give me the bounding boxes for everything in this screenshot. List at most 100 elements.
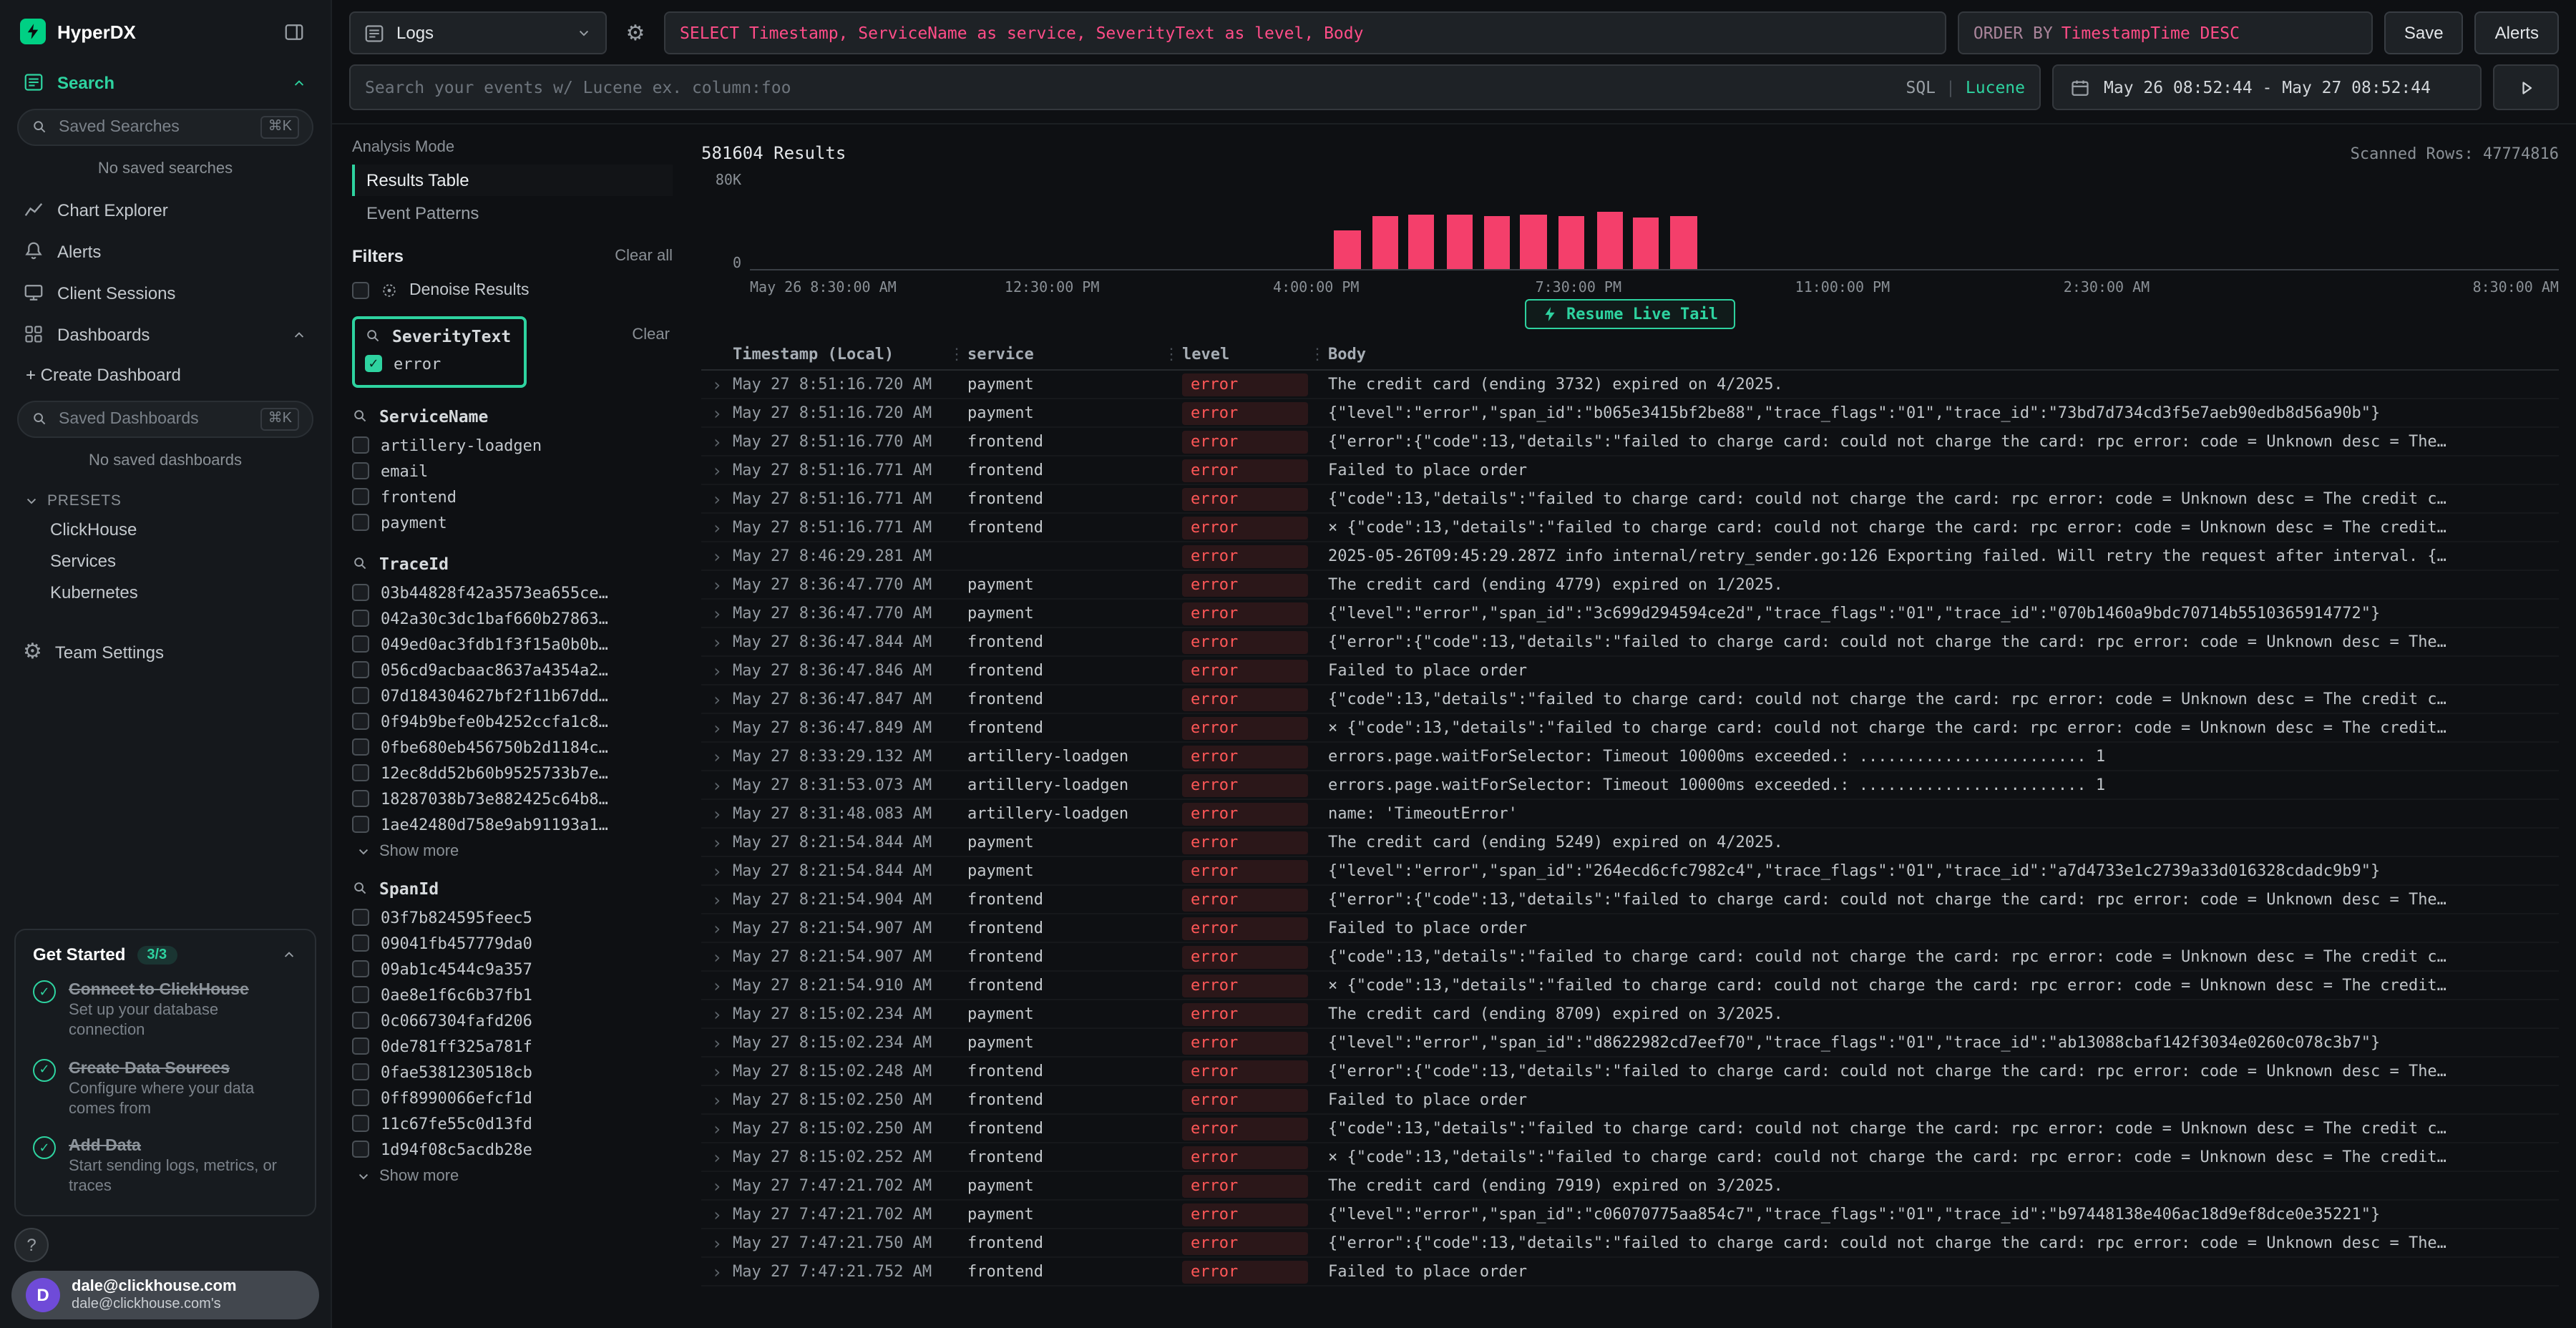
table-row[interactable]: ›May 27 7:47:21.702 AMpaymenterrorThe cr… bbox=[701, 1172, 2559, 1201]
expand-row-icon[interactable]: › bbox=[701, 748, 733, 765]
mode-event-patterns[interactable]: Event Patterns bbox=[352, 197, 673, 229]
expand-row-icon[interactable]: › bbox=[701, 576, 733, 593]
expand-row-icon[interactable]: › bbox=[701, 1034, 733, 1051]
user-menu[interactable]: D dale@clickhouse.com dale@clickhouse.co… bbox=[11, 1271, 319, 1319]
source-select[interactable]: Logs bbox=[349, 11, 607, 54]
expand-row-icon[interactable]: › bbox=[701, 862, 733, 879]
expand-row-icon[interactable]: › bbox=[701, 977, 733, 994]
filter-checkbox-item[interactable]: 18287038b73e882425c64b8… bbox=[352, 786, 673, 811]
filter-checkbox-item[interactable]: email bbox=[352, 458, 673, 484]
saved-dashboards-field[interactable] bbox=[59, 411, 251, 428]
filter-checkbox-item[interactable]: 07d184304627bf2f11b67dd… bbox=[352, 683, 673, 708]
checkbox-unchecked[interactable] bbox=[352, 1063, 369, 1080]
preset-item-kubernetes[interactable]: Kubernetes bbox=[0, 577, 331, 608]
search-icon[interactable] bbox=[365, 328, 382, 345]
filter-checkbox-item[interactable]: 0fae5381230518cb bbox=[352, 1059, 673, 1085]
col-service[interactable]: service bbox=[967, 345, 1182, 363]
table-row[interactable]: ›May 27 7:47:21.750 AMfrontenderror{"err… bbox=[701, 1229, 2559, 1258]
col-timestamp[interactable]: Timestamp (Local) bbox=[733, 345, 967, 363]
preset-item-services[interactable]: Services bbox=[0, 545, 331, 577]
expand-row-icon[interactable]: › bbox=[701, 404, 733, 421]
table-row[interactable]: ›May 27 8:15:02.234 AMpaymenterror{"leve… bbox=[701, 1029, 2559, 1058]
table-row[interactable]: ›May 27 8:21:54.907 AMfrontenderrorFaile… bbox=[701, 914, 2559, 943]
checkbox-unchecked[interactable] bbox=[352, 1012, 369, 1029]
table-row[interactable]: ›May 27 8:51:16.720 AMpaymenterrorThe cr… bbox=[701, 371, 2559, 399]
event-search-bar[interactable]: SQL | Lucene bbox=[349, 64, 2041, 110]
clear-severity-link[interactable]: Clear bbox=[632, 326, 670, 343]
histogram-bar[interactable] bbox=[1372, 216, 1399, 269]
checkbox-unchecked[interactable] bbox=[352, 1115, 369, 1132]
expand-row-icon[interactable]: › bbox=[701, 948, 733, 965]
filter-checkbox-item[interactable]: artillery-loadgen bbox=[352, 432, 673, 458]
table-row[interactable]: ›May 27 8:36:47.844 AMfrontenderror{"err… bbox=[701, 628, 2559, 657]
denoise-checkbox[interactable] bbox=[352, 281, 369, 298]
table-row[interactable]: ›May 27 8:46:29.281 AMerror2025-05-26T09… bbox=[701, 542, 2559, 571]
table-row[interactable]: ›May 27 8:51:16.771 AMfrontenderror× {"c… bbox=[701, 514, 2559, 542]
lucene-mode-toggle[interactable]: Lucene bbox=[1966, 77, 2025, 97]
expand-row-icon[interactable]: › bbox=[701, 1120, 733, 1137]
filter-checkbox-item[interactable]: 11c67fe55c0d13fd bbox=[352, 1110, 673, 1136]
presets-section-toggle[interactable]: PRESETS bbox=[0, 481, 331, 514]
filter-checkbox-item[interactable]: 09ab1c4544c9a357 bbox=[352, 956, 673, 982]
checkbox-unchecked[interactable] bbox=[352, 1038, 369, 1055]
expand-row-icon[interactable]: › bbox=[701, 1263, 733, 1280]
expand-row-icon[interactable]: › bbox=[701, 1234, 733, 1251]
clear-all-filters-link[interactable]: Clear all bbox=[615, 248, 673, 265]
filter-checkbox-item[interactable]: 042a30c3dc1baf660b27863… bbox=[352, 605, 673, 631]
expand-row-icon[interactable]: › bbox=[701, 1206, 733, 1223]
table-row[interactable]: ›May 27 8:15:02.252 AMfrontenderror× {"c… bbox=[701, 1143, 2559, 1172]
create-dashboard-button[interactable]: + Create Dashboard bbox=[0, 355, 331, 395]
search-icon[interactable] bbox=[352, 880, 369, 897]
col-level[interactable]: level bbox=[1182, 345, 1328, 363]
filter-checkbox-item[interactable]: 0ae8e1f6c6b37fb1 bbox=[352, 982, 673, 1007]
checkbox-unchecked[interactable] bbox=[352, 790, 369, 807]
checkbox-unchecked[interactable] bbox=[352, 488, 369, 505]
run-search-button[interactable] bbox=[2493, 64, 2559, 110]
table-row[interactable]: ›May 27 8:51:16.770 AMfrontenderror{"err… bbox=[701, 428, 2559, 456]
histogram-chart[interactable]: 80K 0 May 26 8:30:00 AM12:30:00 PM4:00:0… bbox=[701, 173, 2559, 296]
table-row[interactable]: ›May 27 8:21:54.844 AMpaymenterror{"leve… bbox=[701, 857, 2559, 886]
histogram-bar[interactable] bbox=[1521, 215, 1547, 269]
filter-checkbox-item[interactable]: ✓error bbox=[365, 351, 511, 376]
table-row[interactable]: ›May 27 8:15:02.248 AMfrontenderror{"err… bbox=[701, 1058, 2559, 1086]
col-body[interactable]: Body bbox=[1328, 345, 2559, 363]
preset-item-clickhouse[interactable]: ClickHouse bbox=[0, 514, 331, 545]
table-row[interactable]: ›May 27 8:15:02.250 AMfrontenderror{"cod… bbox=[701, 1115, 2559, 1143]
saved-searches-field[interactable] bbox=[59, 119, 251, 136]
expand-row-icon[interactable]: › bbox=[701, 633, 733, 650]
table-row[interactable]: ›May 27 8:51:16.771 AMfrontenderrorFaile… bbox=[701, 456, 2559, 485]
get-started-step[interactable]: ✓ Add Data Start sending logs, metrics, … bbox=[33, 1136, 298, 1198]
histogram-bar[interactable] bbox=[1671, 216, 1697, 269]
search-icon[interactable] bbox=[352, 408, 369, 425]
expand-row-icon[interactable]: › bbox=[701, 805, 733, 822]
filter-checkbox-item[interactable]: 12ec8dd52b60b9525733b7e… bbox=[352, 760, 673, 786]
expand-row-icon[interactable]: › bbox=[701, 462, 733, 479]
checkbox-unchecked[interactable] bbox=[352, 816, 369, 833]
expand-row-icon[interactable]: › bbox=[701, 1148, 733, 1166]
sidebar-item-alerts[interactable]: Alerts bbox=[0, 230, 331, 272]
table-row[interactable]: ›May 27 8:21:54.907 AMfrontenderror{"cod… bbox=[701, 943, 2559, 972]
checkbox-unchecked[interactable] bbox=[352, 661, 369, 678]
table-row[interactable]: ›May 27 8:36:47.846 AMfrontenderrorFaile… bbox=[701, 657, 2559, 685]
alerts-button[interactable]: Alerts bbox=[2475, 11, 2559, 54]
expand-row-icon[interactable]: › bbox=[701, 519, 733, 536]
table-row[interactable]: ›May 27 8:31:53.073 AMartillery-loadgene… bbox=[701, 771, 2559, 800]
checkbox-unchecked[interactable] bbox=[352, 960, 369, 977]
filter-checkbox-item[interactable]: 03f7b824595feec5 bbox=[352, 904, 673, 930]
expand-row-icon[interactable]: › bbox=[701, 1005, 733, 1022]
resume-live-tail-button[interactable]: Resume Live Tail bbox=[1525, 299, 1735, 329]
histogram-bar[interactable] bbox=[1633, 218, 1659, 269]
saved-searches-input[interactable]: ⌘K bbox=[17, 109, 313, 146]
expand-row-icon[interactable]: › bbox=[701, 1177, 733, 1194]
filter-checkbox-item[interactable]: frontend bbox=[352, 484, 673, 509]
chevron-up-icon[interactable] bbox=[280, 947, 298, 964]
event-search-input[interactable] bbox=[365, 77, 1894, 97]
expand-row-icon[interactable]: › bbox=[701, 776, 733, 794]
expand-row-icon[interactable]: › bbox=[701, 1091, 733, 1108]
spanid-show-more[interactable]: Show more bbox=[352, 1162, 673, 1185]
checkbox-unchecked[interactable] bbox=[352, 713, 369, 730]
expand-row-icon[interactable]: › bbox=[701, 919, 733, 937]
checkbox-unchecked[interactable] bbox=[352, 1089, 369, 1106]
date-range-picker[interactable]: May 26 08:52:44 - May 27 08:52:44 bbox=[2052, 64, 2482, 110]
checkbox-unchecked[interactable] bbox=[352, 934, 369, 952]
